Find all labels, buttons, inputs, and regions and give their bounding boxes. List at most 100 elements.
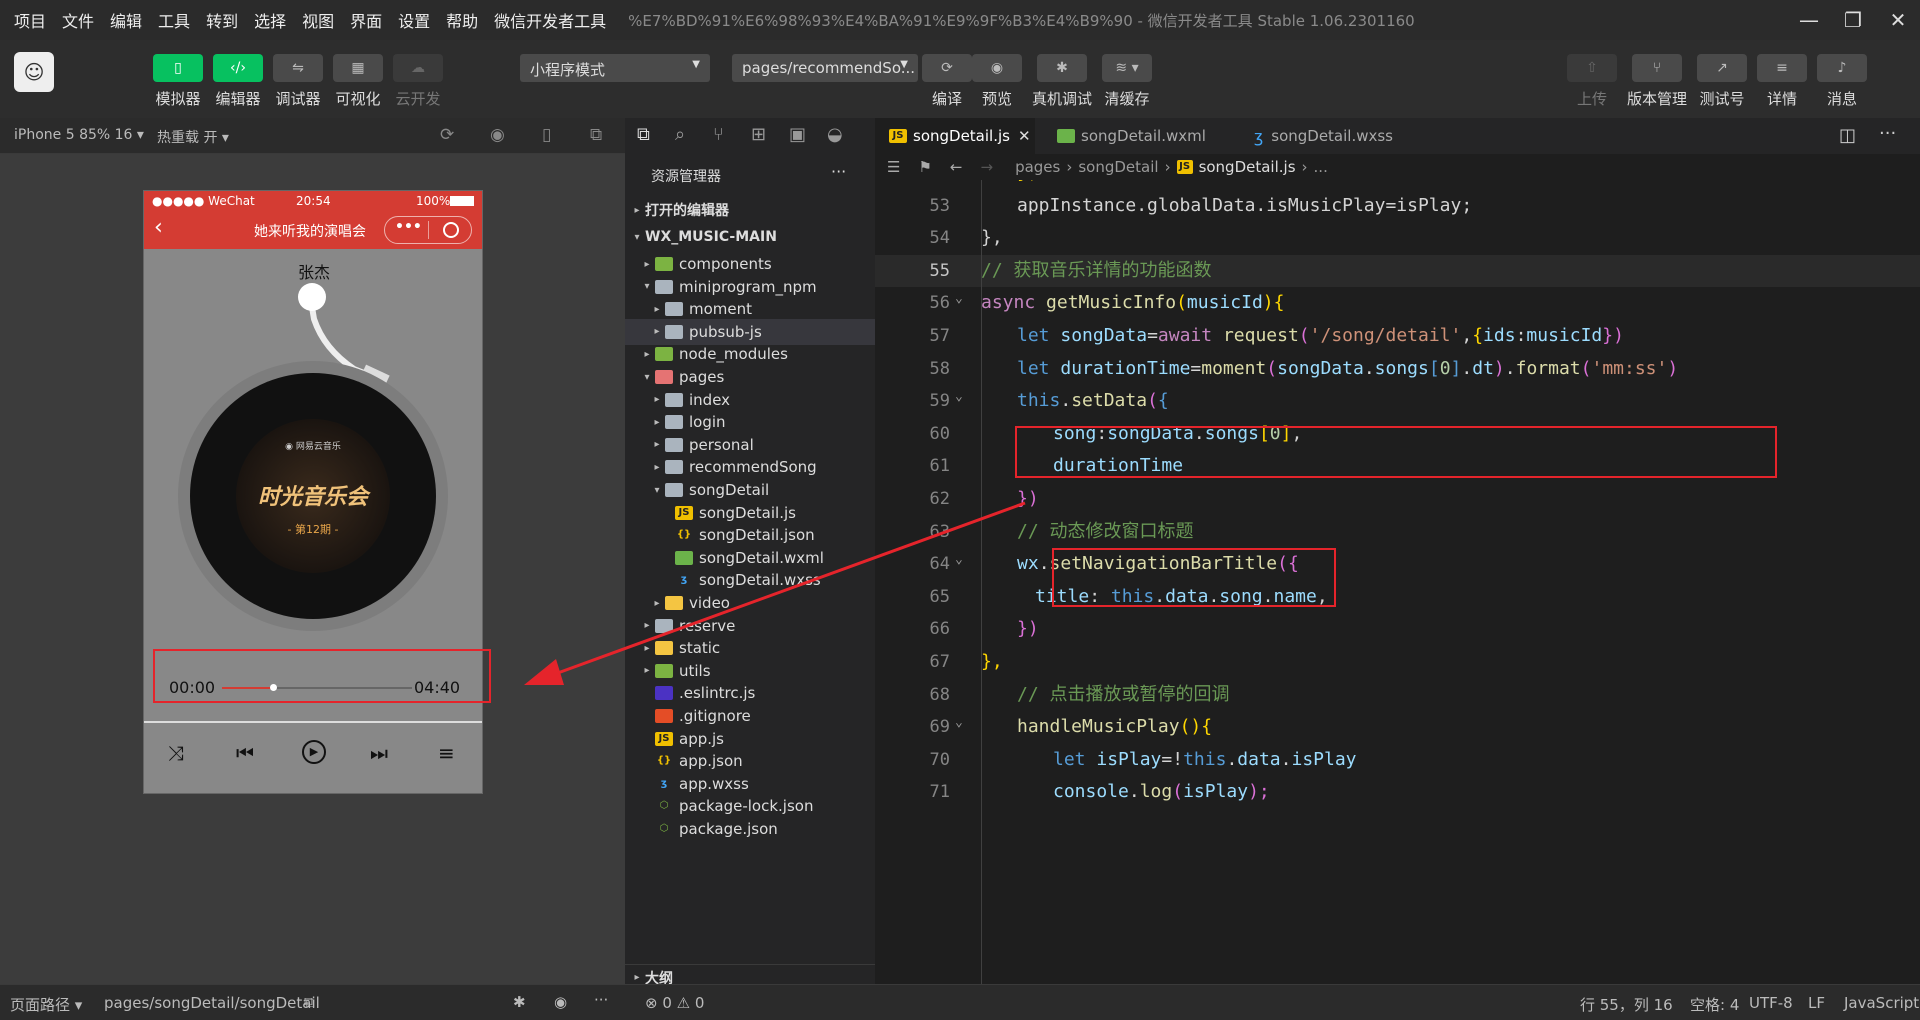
eye-icon[interactable]: ◉: [972, 54, 1022, 82]
breadcrumb-item[interactable]: songDetail.js: [1199, 158, 1296, 176]
section-project-label: WX_MUSIC-MAIN: [645, 229, 777, 245]
cloud-icon[interactable]: ☁: [393, 54, 443, 82]
close-window-icon[interactable]: ✕: [1886, 8, 1910, 32]
code-line[interactable]: 70 let isPlay=!this.data.isPlay: [875, 744, 1920, 777]
layout-icon[interactable]: ▦: [333, 54, 383, 82]
restore-icon[interactable]: ❐: [1841, 8, 1865, 32]
more-options-icon[interactable]: ···: [831, 162, 846, 181]
back-arrow-icon[interactable]: ←: [950, 158, 963, 176]
refresh-icon[interactable]: ⟳: [922, 54, 972, 82]
next-icon[interactable]: ⏭: [370, 741, 388, 765]
menu-select[interactable]: 选择: [246, 8, 294, 32]
menu-goto[interactable]: 转到: [198, 8, 246, 32]
bell-icon[interactable]: ♪: [1817, 54, 1867, 82]
panel-icon[interactable]: ▣: [789, 124, 806, 145]
tab-songdetail-js[interactable]: JS songDetail.js ✕: [875, 118, 1035, 154]
more-status-icon[interactable]: ···: [594, 991, 608, 1009]
code-icon[interactable]: ‹/›: [213, 54, 263, 82]
menu-edit[interactable]: 编辑: [102, 8, 150, 32]
fold-icon[interactable]: ⌄: [955, 715, 963, 730]
fold-icon[interactable]: ⌄: [955, 389, 963, 404]
files-icon[interactable]: ⧉: [637, 124, 650, 145]
menu-icon[interactable]: ≡: [1757, 54, 1807, 82]
rotate-icon[interactable]: ⟳: [440, 125, 454, 145]
section-open-editors[interactable]: ▸ 打开的编辑器: [625, 197, 875, 223]
extensions-icon[interactable]: ⊞: [751, 124, 766, 145]
forward-arrow-icon[interactable]: →: [980, 158, 993, 176]
fold-icon[interactable]: ⌄: [955, 291, 963, 306]
code-token: ids: [1483, 325, 1516, 346]
upload-icon[interactable]: ⇧: [1567, 54, 1617, 82]
back-icon[interactable]: ‹: [154, 215, 163, 240]
stop-icon[interactable]: ◉: [490, 125, 505, 145]
code-line[interactable]: 69 handleMusicPlay(){: [875, 711, 1920, 744]
menu-wechat-devtools[interactable]: 微信开发者工具: [486, 8, 614, 32]
breadcrumb-item[interactable]: pages: [1015, 158, 1060, 176]
breadcrumb-item[interactable]: ...: [1314, 158, 1328, 176]
page-path-dropdown[interactable]: 页面路径 ▾: [10, 994, 82, 1015]
menu-ui[interactable]: 界面: [342, 8, 390, 32]
problems-count[interactable]: ⊗ 0 ⚠ 0: [645, 994, 704, 1012]
menu-project[interactable]: 项目: [6, 8, 54, 32]
list-icon[interactable]: ☰: [887, 158, 900, 176]
tree-item[interactable]: ⬡ package.json: [625, 816, 875, 842]
exit-miniprogram-icon[interactable]: [443, 222, 459, 238]
code-line[interactable]: 56 async getMusicInfo(musicId){: [875, 287, 1920, 320]
minimize-icon[interactable]: —: [1797, 8, 1821, 32]
split-editor-icon[interactable]: ◫: [1839, 125, 1856, 146]
playlist-icon[interactable]: ≡: [438, 741, 455, 765]
menu-settings[interactable]: 设置: [390, 8, 438, 32]
code-line[interactable]: 58 let durationTime=moment(songData.songs…: [875, 353, 1920, 386]
bookmark-icon[interactable]: ⚑: [918, 158, 931, 176]
copy-icon[interactable]: ⧉: [304, 993, 315, 1011]
code-line[interactable]: 54},: [875, 222, 1920, 255]
page-select[interactable]: pages/recommendSo... ▼: [732, 54, 918, 82]
mode-select[interactable]: 小程序模式 ▼: [520, 54, 710, 82]
device-icon[interactable]: ▯: [542, 125, 551, 145]
phone-icon[interactable]: ▯: [153, 54, 203, 82]
npm-file-icon: ⬡: [659, 800, 669, 812]
search-icon[interactable]: ⌕: [675, 124, 685, 145]
code-line[interactable]: 52}): [875, 180, 1920, 190]
cursor-position[interactable]: 行 55，列 16: [1580, 994, 1673, 1015]
tab-songdetail-wxss[interactable]: ʒ songDetail.wxss: [1240, 118, 1430, 154]
debug-icon[interactable]: ⇋: [273, 54, 323, 82]
bug-icon[interactable]: ✱: [1037, 54, 1087, 82]
capsule-button[interactable]: •••: [384, 216, 472, 244]
layers-icon[interactable]: ≋ ▾: [1102, 54, 1152, 82]
breadcrumb-item[interactable]: songDetail: [1078, 158, 1158, 176]
code-line[interactable]: 53 appInstance.globalData.isMusicPlay=isP…: [875, 190, 1920, 223]
play-icon[interactable]: ▶: [302, 740, 326, 764]
menu-help[interactable]: 帮助: [438, 8, 486, 32]
hot-reload-toggle[interactable]: 热重载 开 ▾: [157, 127, 229, 147]
code-line[interactable]: 71 console.log(isPlay);: [875, 776, 1920, 809]
source-control-icon[interactable]: ⑂: [713, 124, 724, 145]
section-project[interactable]: ▾ WX_MUSIC-MAIN: [625, 224, 875, 250]
code-line[interactable]: 55 // 获取音乐详情的功能函数: [875, 254, 1920, 288]
language-mode[interactable]: JavaScript: [1844, 994, 1919, 1012]
line-ending[interactable]: LF: [1808, 994, 1825, 1012]
more-actions-icon[interactable]: ···: [1879, 123, 1896, 144]
shuffle-icon[interactable]: ⤨: [168, 741, 184, 765]
code-token: let: [1017, 325, 1061, 346]
popout-icon[interactable]: ⧉: [590, 125, 602, 145]
folder-icon: [665, 437, 683, 452]
menu-file[interactable]: 文件: [54, 8, 102, 32]
menu-tools[interactable]: 工具: [150, 8, 198, 32]
menu-view[interactable]: 视图: [294, 8, 342, 32]
bug-status-icon[interactable]: ✱: [513, 993, 526, 1011]
avatar[interactable]: ☺: [14, 52, 54, 92]
tab-songdetail-wxml[interactable]: songDetail.wxml: [1043, 118, 1233, 154]
close-tab-icon[interactable]: ✕: [1018, 127, 1031, 145]
docker-icon[interactable]: ◒: [827, 124, 843, 145]
indentation[interactable]: 空格: 4: [1690, 994, 1739, 1015]
more-icon[interactable]: •••: [395, 219, 422, 235]
code-line[interactable]: 57 let songData=await request('/song/deta…: [875, 320, 1920, 353]
encoding[interactable]: UTF-8: [1749, 994, 1793, 1012]
code-line[interactable]: 59 this.setData({: [875, 385, 1920, 418]
external-icon[interactable]: ↗: [1697, 54, 1747, 82]
previous-icon[interactable]: ⏮: [236, 741, 254, 765]
eye-status-icon[interactable]: ◉: [554, 993, 567, 1011]
device-select[interactable]: iPhone 5 85% 16 ▾: [14, 127, 144, 143]
branch-icon[interactable]: ⑂: [1632, 54, 1682, 82]
